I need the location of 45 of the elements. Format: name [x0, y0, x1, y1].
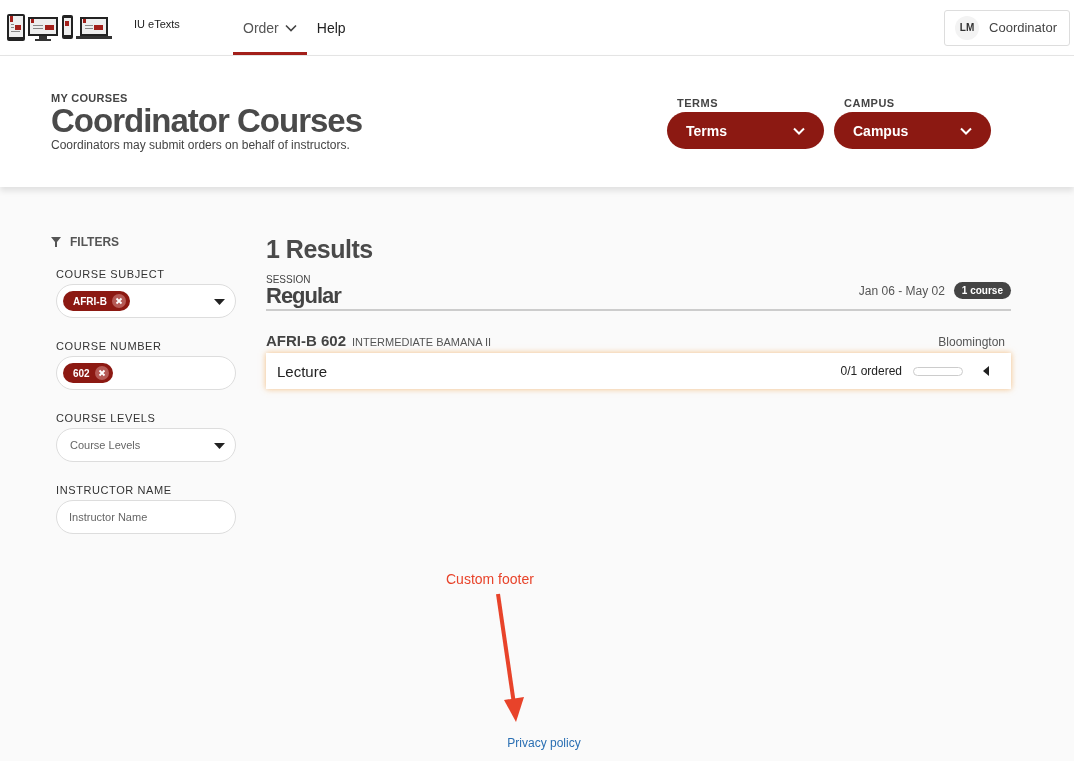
brand-name: IU eTexts: [134, 17, 180, 30]
remove-icon[interactable]: [94, 366, 109, 380]
filter-label: COURSE SUBJECT: [56, 268, 166, 280]
chevron-down-icon: [284, 23, 297, 32]
nav-tab[interactable]: Help: [306, 0, 356, 55]
user-initials: LM: [955, 15, 980, 40]
section-name: Lecture: [277, 362, 329, 380]
page-eyebrow: MY COURSES: [51, 91, 129, 104]
session-name: Regular: [266, 285, 341, 307]
caret-down-icon: [214, 443, 225, 449]
course-campus: Bloomington: [938, 335, 1005, 349]
annotation-label: Custom footer: [446, 571, 534, 587]
page-subtitle: Coordinators may submit orders on behalf of instructors.: [51, 137, 351, 152]
select-field[interactable]: Course Levels: [56, 428, 236, 462]
filter-tag: 602: [63, 363, 113, 383]
remove-icon[interactable]: [111, 294, 126, 308]
filter-tag: AFRI-B: [63, 291, 130, 311]
filter-icon: [51, 237, 61, 247]
session-label: SESSION: [266, 274, 312, 285]
course-count-badge: 1 course: [953, 282, 1011, 299]
filter-label: COURSE NUMBER: [56, 340, 163, 352]
tag-input-field[interactable]: 602: [56, 356, 236, 390]
filter-label: COURSE LEVELS: [56, 412, 157, 424]
privacy-policy-link[interactable]: Privacy policy: [507, 736, 581, 750]
select-dropdown[interactable]: Campus: [834, 112, 991, 149]
caret-down-icon: [214, 299, 225, 305]
filters-heading: FILTERS: [70, 235, 120, 249]
user-menu-button[interactable]: LM Coordinator: [944, 9, 1070, 46]
select-label: TERMS: [676, 97, 719, 109]
user-role: Coordinator: [989, 20, 1057, 35]
course-title: INTERMEDIATE BAMANA II: [352, 336, 492, 348]
text-input-field[interactable]: Instructor Name: [56, 500, 236, 534]
select-label: CAMPUS: [843, 97, 896, 109]
course-code: AFRI-B 602: [266, 332, 347, 349]
filter-label: INSTRUCTOR NAME: [56, 484, 173, 496]
session-dates: Jan 06 - May 02: [858, 283, 945, 298]
chevron-down-icon: [793, 126, 805, 135]
chevron-down-icon: [960, 126, 972, 135]
section-row[interactable]: Lecture 0/1 ordered: [266, 353, 1011, 389]
expand-toggle-icon[interactable]: [983, 366, 989, 376]
ordered-count: 0/1 ordered: [840, 364, 902, 378]
tag-input-field[interactable]: AFRI-B: [56, 284, 236, 318]
results-count: 1 Results: [266, 235, 374, 264]
page-title: Coordinator Courses: [51, 103, 363, 138]
select-dropdown[interactable]: Terms: [667, 112, 824, 149]
